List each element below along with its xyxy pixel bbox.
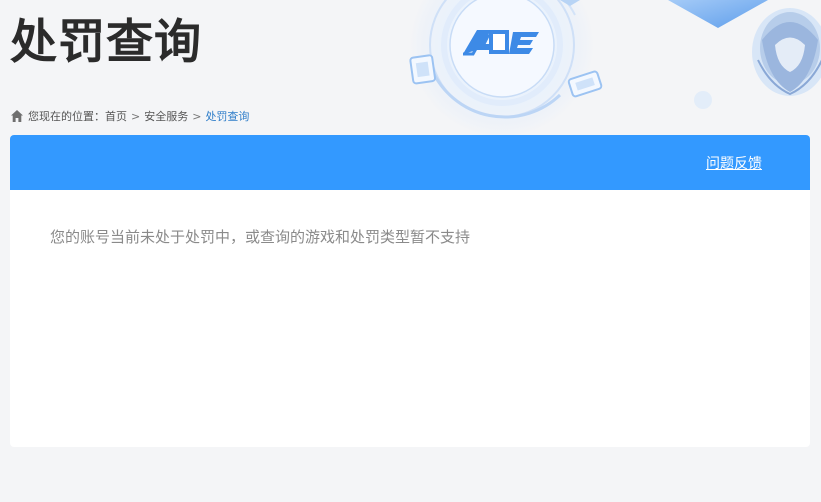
breadcrumb-current: 处罚查询 — [205, 110, 250, 123]
breadcrumb-separator: > — [131, 109, 141, 123]
home-icon — [10, 109, 24, 123]
breadcrumb-separator: > — [192, 109, 202, 123]
breadcrumb-prefix: 您现在的位置： — [28, 110, 105, 123]
breadcrumb-security-link[interactable]: 安全服务 — [144, 108, 188, 124]
character-illustration — [752, 8, 821, 96]
feedback-link[interactable]: 问题反馈 — [706, 153, 762, 173]
page-title: 处罚查询 — [10, 15, 202, 70]
penalty-panel: 问题反馈 您的账号当前未处于处罚中，或查询的游戏和处罚类型暂不支持 — [10, 135, 810, 447]
hero-banner: 处罚查询 您现在的位置： 首页 > 安全服务 > 处罚查询 — [0, 0, 821, 135]
panel-body: 您的账号当前未处于处罚中，或查询的游戏和处罚类型暂不支持 — [10, 190, 810, 284]
breadcrumb-home-link[interactable]: 首页 — [105, 108, 127, 124]
penalty-status-message: 您的账号当前未处于处罚中，或查询的游戏和处罚类型暂不支持 — [50, 228, 471, 246]
breadcrumb: 您现在的位置： 首页 > 安全服务 > 处罚查询 — [10, 108, 249, 124]
panel-header-bar: 问题反馈 — [10, 135, 810, 190]
